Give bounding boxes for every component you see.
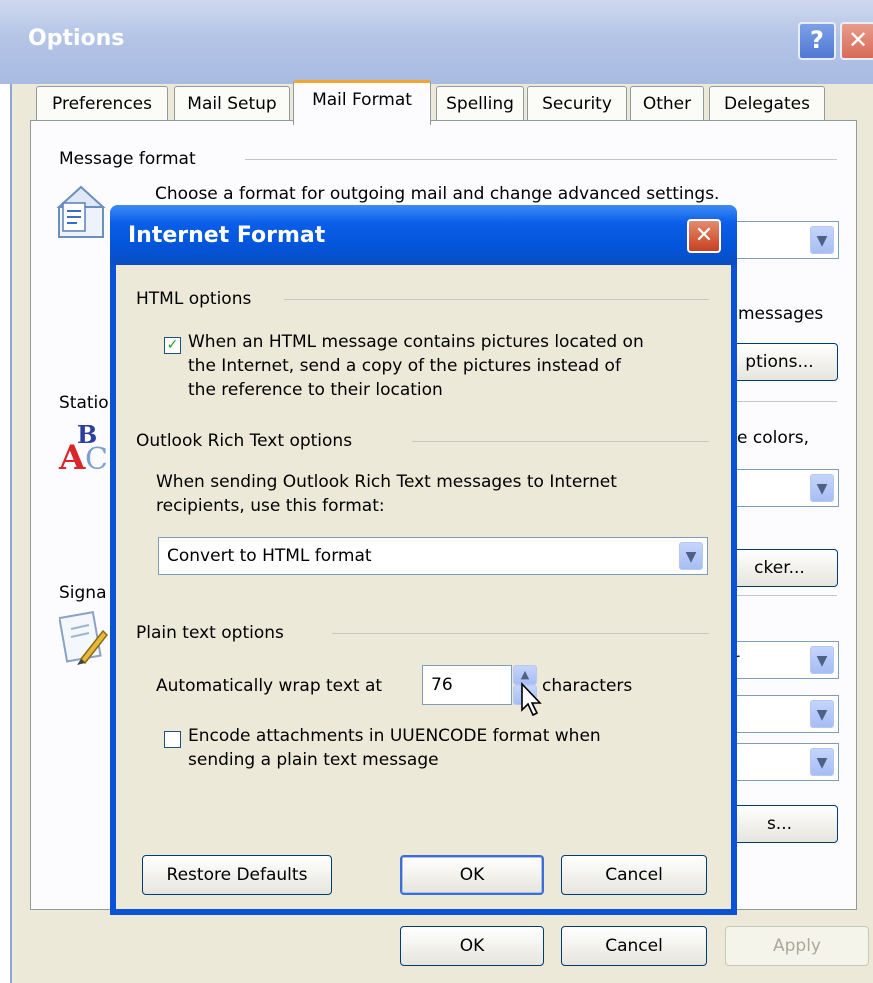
signatures-button[interactable]: s... <box>721 805 838 843</box>
chevron-down-icon[interactable]: ▼ <box>810 226 834 254</box>
plain-text-options-heading: Plain text options <box>136 623 284 643</box>
divider <box>245 159 837 160</box>
signature-pen-icon <box>58 609 109 669</box>
dialog-title-bar[interactable]: Internet Format ✕ <box>110 205 737 265</box>
mouse-cursor-icon <box>520 681 544 718</box>
svg-text:C: C <box>85 442 107 475</box>
tab-security[interactable]: Security <box>527 86 627 121</box>
options-ok-button[interactable]: OK <box>400 926 544 966</box>
divider <box>721 595 837 596</box>
rtf-format-select[interactable]: Convert to HTML format ▼ <box>158 537 708 575</box>
wrap-unit-label: characters <box>542 676 633 696</box>
html-pictures-label-line1: When an HTML message contains pictures l… <box>188 332 644 352</box>
tab-preferences[interactable]: Preferences <box>36 86 168 121</box>
chevron-down-icon[interactable]: ▼ <box>810 646 834 674</box>
html-pictures-checkbox[interactable]: ✓ <box>164 337 181 354</box>
message-format-icon <box>55 181 107 239</box>
internet-format-dialog: Internet Format ✕ HTML options ✓ When an… <box>110 205 737 915</box>
html-pictures-label-line3: the reference to their location <box>188 380 443 400</box>
signature-account-combo[interactable]: ▼ <box>721 695 839 733</box>
options-close-button[interactable]: ✕ <box>840 22 873 60</box>
colors-text: e colors, <box>737 428 809 448</box>
divider <box>412 441 709 442</box>
signature-new-messages-combo[interactable]: er ▼ <box>721 641 839 679</box>
rtf-description-line2: recipients, use this format: <box>156 496 385 516</box>
stationery-fonts-icon: B A C <box>57 420 108 478</box>
messages-text: messages <box>738 304 824 324</box>
dialog-close-button[interactable]: ✕ <box>687 219 721 253</box>
chevron-down-icon[interactable]: ▼ <box>810 748 834 776</box>
uuencode-label-line2: sending a plain text message <box>188 750 439 770</box>
stationery-picker-button[interactable]: cker... <box>721 549 838 587</box>
message-format-heading: Message format <box>59 149 196 169</box>
internet-format-button[interactable]: ptions... <box>721 343 838 381</box>
message-format-combo[interactable]: ▼ <box>721 221 839 259</box>
dialog-body: HTML options ✓ When an HTML message cont… <box>116 265 731 909</box>
tab-delegates[interactable]: Delegates <box>709 86 825 121</box>
html-options-heading: HTML options <box>136 289 252 309</box>
chevron-down-icon[interactable]: ▼ <box>679 542 703 570</box>
tab-mail-setup[interactable]: Mail Setup <box>174 86 290 121</box>
divider <box>284 299 709 300</box>
dialog-title: Internet Format <box>128 223 326 248</box>
rtf-description-line1: When sending Outlook Rich Text messages … <box>156 472 617 492</box>
dialog-ok-button[interactable]: OK <box>400 855 544 895</box>
options-title-bar[interactable]: Options ? ✕ <box>0 0 873 84</box>
svg-text:A: A <box>58 438 86 475</box>
rtf-options-heading: Outlook Rich Text options <box>136 431 353 451</box>
divider <box>721 401 837 402</box>
wrap-width-input[interactable]: 76 <box>422 665 512 705</box>
message-format-description: Choose a format for outgoing mail and ch… <box>155 184 720 204</box>
wrap-width-value: 76 <box>431 675 453 695</box>
restore-defaults-button[interactable]: Restore Defaults <box>142 855 332 895</box>
tab-other[interactable]: Other <box>630 86 704 121</box>
uuencode-checkbox[interactable] <box>164 731 181 748</box>
html-pictures-label-line2: the Internet, send a copy of the picture… <box>188 356 621 376</box>
rtf-format-value: Convert to HTML format <box>167 546 372 566</box>
help-button[interactable]: ? <box>798 22 836 60</box>
dialog-cancel-button[interactable]: Cancel <box>561 855 707 895</box>
options-apply-button[interactable]: Apply <box>725 926 869 966</box>
signatures-heading: Signa <box>59 583 107 603</box>
stationery-heading: Statio <box>59 393 109 413</box>
options-window-title: Options <box>28 26 125 51</box>
chevron-down-icon[interactable]: ▼ <box>810 700 834 728</box>
signature-replies-combo[interactable]: ▼ <box>721 743 839 781</box>
divider <box>332 633 709 634</box>
chevron-down-icon[interactable]: ▼ <box>810 474 834 502</box>
uuencode-label-line1: Encode attachments in UUENCODE format wh… <box>188 726 601 746</box>
tab-mail-format[interactable]: Mail Format <box>293 80 431 125</box>
tab-spelling[interactable]: Spelling <box>436 86 524 121</box>
options-cancel-button[interactable]: Cancel <box>561 926 707 966</box>
stationery-combo[interactable]: ▼ <box>721 469 839 507</box>
wrap-text-label: Automatically wrap text at <box>156 676 383 696</box>
